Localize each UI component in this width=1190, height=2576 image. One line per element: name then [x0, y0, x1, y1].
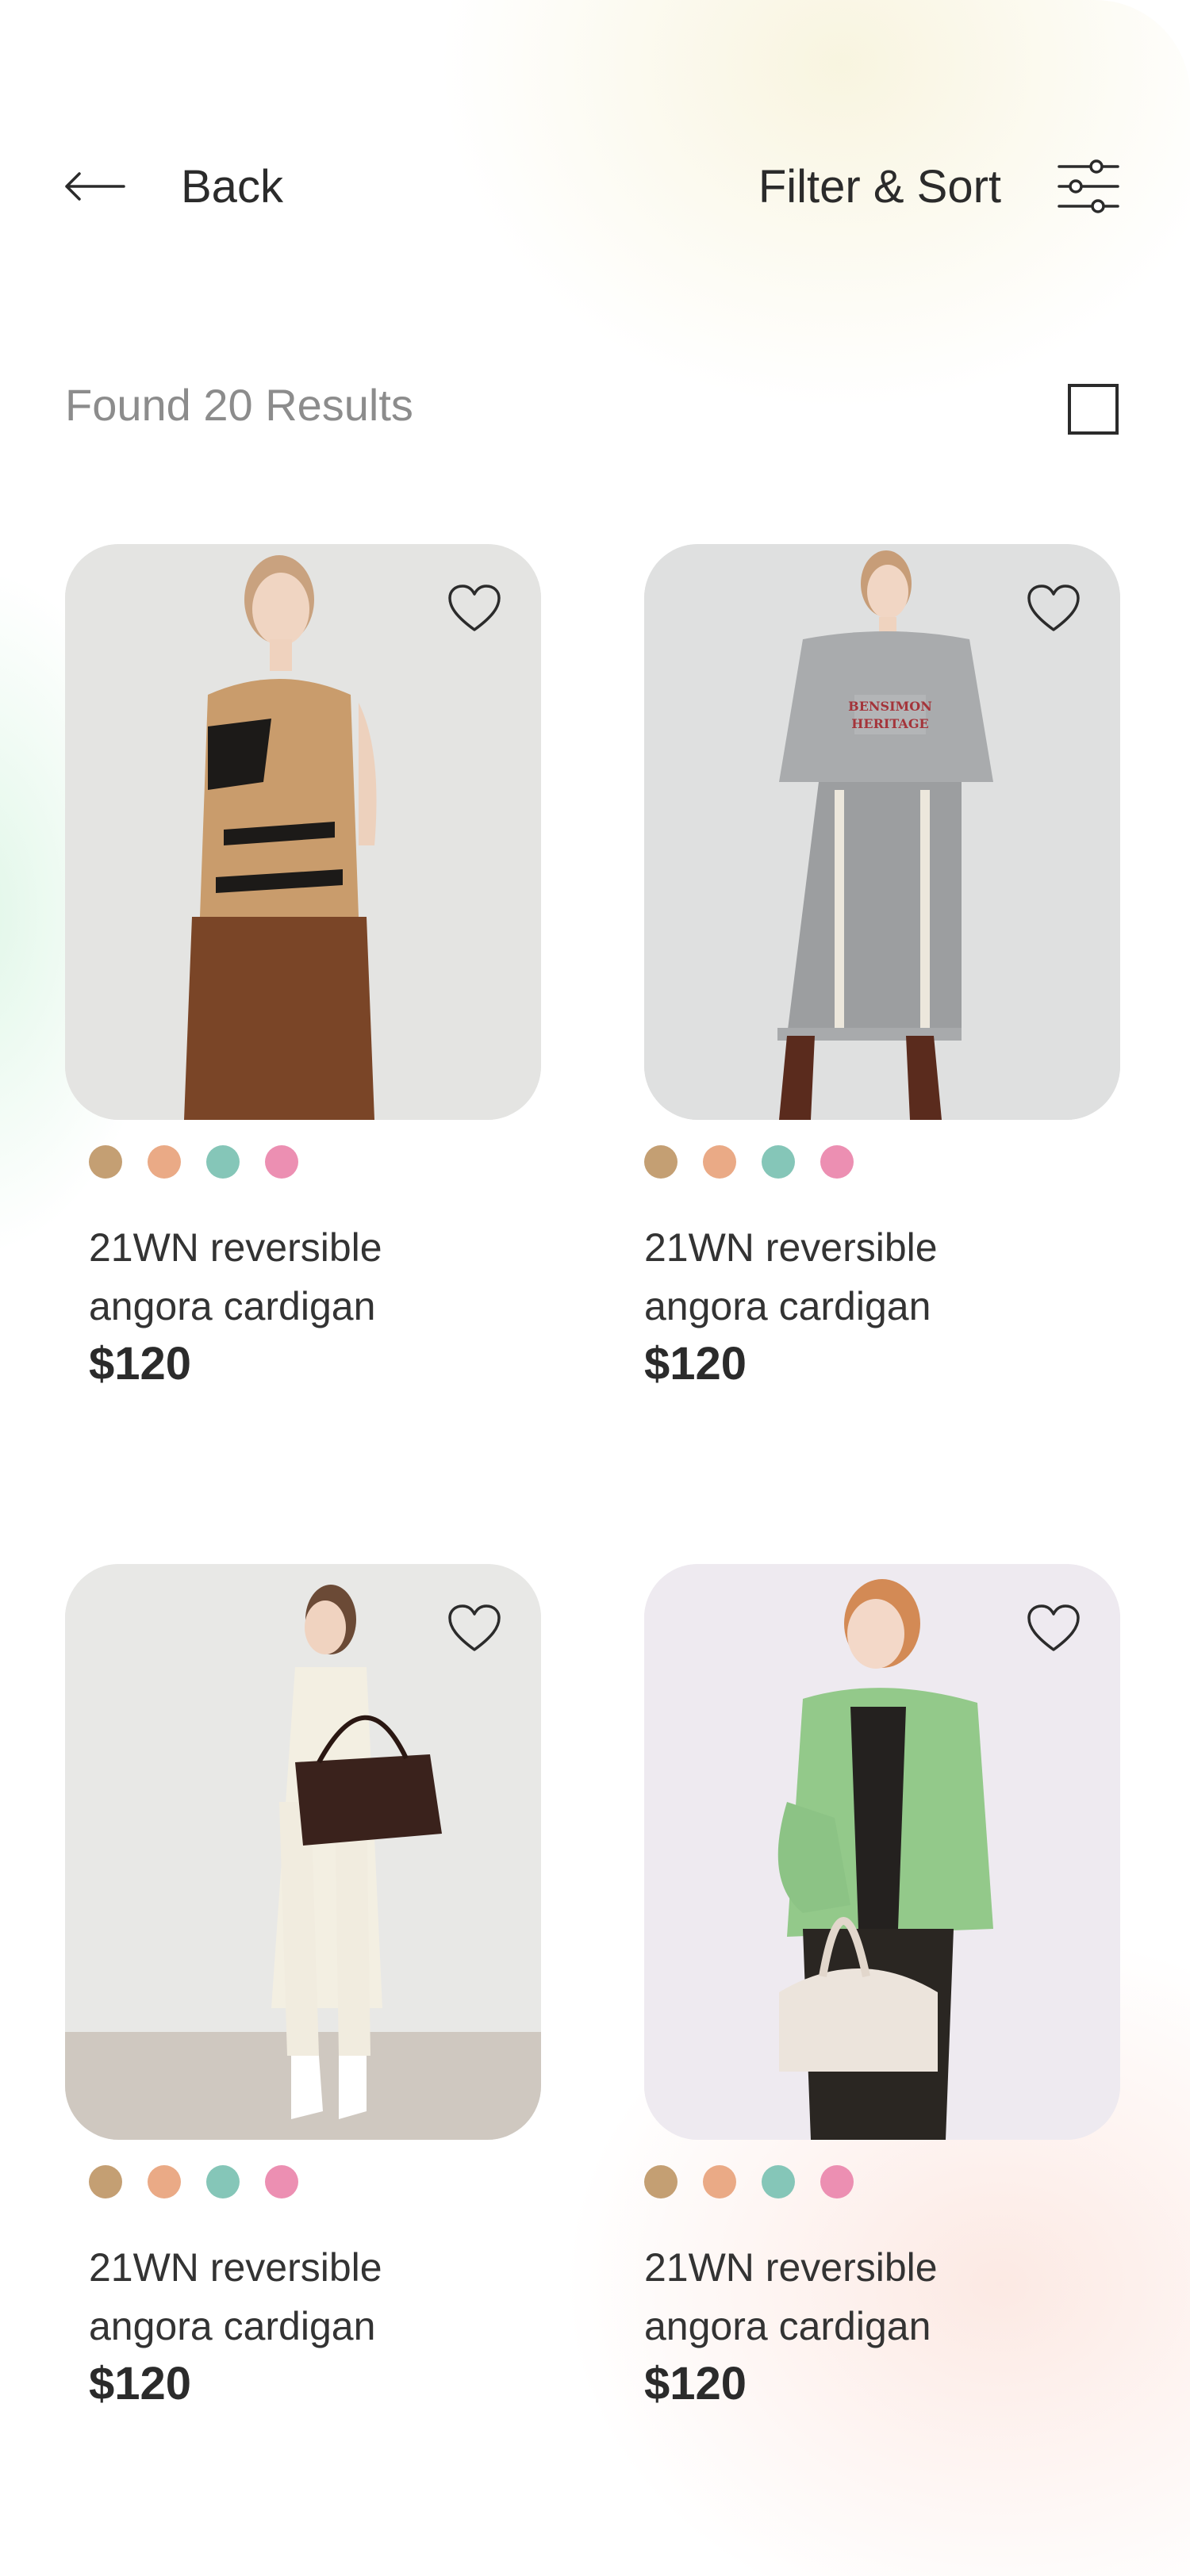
product-price: $120	[89, 1338, 192, 1390]
swatch-pink[interactable]	[265, 2165, 298, 2198]
view-toggle-square-icon[interactable]	[1068, 384, 1119, 435]
swatch-teal[interactable]	[206, 2165, 240, 2198]
swatch-tan[interactable]	[89, 2165, 122, 2198]
svg-text:BENSIMON: BENSIMON	[848, 699, 932, 714]
product-name: 21WN reversible angora cardigan	[89, 1218, 517, 1336]
product-name: 21WN reversible angora cardigan	[644, 2238, 1073, 2356]
back-label: Back	[181, 160, 283, 213]
product-name-line-2: angora cardigan	[644, 2304, 931, 2348]
svg-text:HERITAGE: HERITAGE	[851, 716, 928, 731]
swatch-peach[interactable]	[148, 1145, 181, 1179]
back-button[interactable]: Back	[63, 151, 283, 222]
heart-icon[interactable]	[447, 1604, 501, 1653]
product-image[interactable]	[65, 1564, 541, 2140]
product-list-screen: Back Filter & Sort Found 20 Results 21WN…	[0, 0, 1190, 2576]
color-swatches	[89, 1145, 298, 1179]
swatch-teal[interactable]	[206, 1145, 240, 1179]
swatch-teal[interactable]	[762, 1145, 795, 1179]
top-bar: Back Filter & Sort	[0, 135, 1190, 238]
color-swatches	[89, 2165, 298, 2198]
swatch-peach[interactable]	[703, 2165, 736, 2198]
product-card[interactable]: 21WN reversible angora cardigan $120	[65, 544, 541, 1390]
product-name: 21WN reversible angora cardigan	[89, 2238, 517, 2356]
heart-icon[interactable]	[1027, 584, 1081, 633]
heart-icon[interactable]	[447, 584, 501, 633]
product-name-line-2: angora cardigan	[89, 1284, 376, 1328]
product-image[interactable]: BENSIMON HERITAGE	[644, 544, 1120, 1120]
product-price: $120	[89, 2358, 192, 2409]
product-price: $120	[644, 1338, 747, 1390]
color-swatches	[644, 2165, 854, 2198]
filter-sort-button[interactable]: Filter & Sort	[758, 151, 1120, 222]
swatch-pink[interactable]	[820, 2165, 854, 2198]
swatch-peach[interactable]	[148, 2165, 181, 2198]
product-name-line-2: angora cardigan	[89, 2304, 376, 2348]
heart-icon[interactable]	[1027, 1604, 1081, 1653]
product-image[interactable]	[644, 1564, 1120, 2140]
swatch-peach[interactable]	[703, 1145, 736, 1179]
product-image[interactable]	[65, 544, 541, 1120]
color-swatches	[644, 1145, 854, 1179]
product-card[interactable]: 21WN reversible angora cardigan $120	[65, 1564, 541, 2409]
product-card[interactable]: 21WN reversible angora cardigan $120	[644, 1564, 1120, 2409]
swatch-teal[interactable]	[762, 2165, 795, 2198]
product-card[interactable]: BENSIMON HERITAGE 21WN reversible angora…	[644, 544, 1120, 1390]
product-name-line-1: 21WN reversible	[644, 1225, 938, 1270]
product-name-line-2: angora cardigan	[644, 1284, 931, 1328]
arrow-left-icon	[65, 172, 125, 201]
swatch-tan[interactable]	[644, 1145, 678, 1179]
product-name-line-1: 21WN reversible	[644, 2245, 938, 2290]
results-count: Found 20 Results	[65, 380, 413, 430]
sliders-icon	[1058, 159, 1119, 213]
swatch-pink[interactable]	[820, 1145, 854, 1179]
product-price: $120	[644, 2358, 747, 2409]
product-name-line-1: 21WN reversible	[89, 1225, 382, 1270]
filter-sort-label: Filter & Sort	[758, 160, 1001, 213]
product-name-line-1: 21WN reversible	[89, 2245, 382, 2290]
swatch-pink[interactable]	[265, 1145, 298, 1179]
swatch-tan[interactable]	[644, 2165, 678, 2198]
swatch-tan[interactable]	[89, 1145, 122, 1179]
product-name: 21WN reversible angora cardigan	[644, 1218, 1073, 1336]
